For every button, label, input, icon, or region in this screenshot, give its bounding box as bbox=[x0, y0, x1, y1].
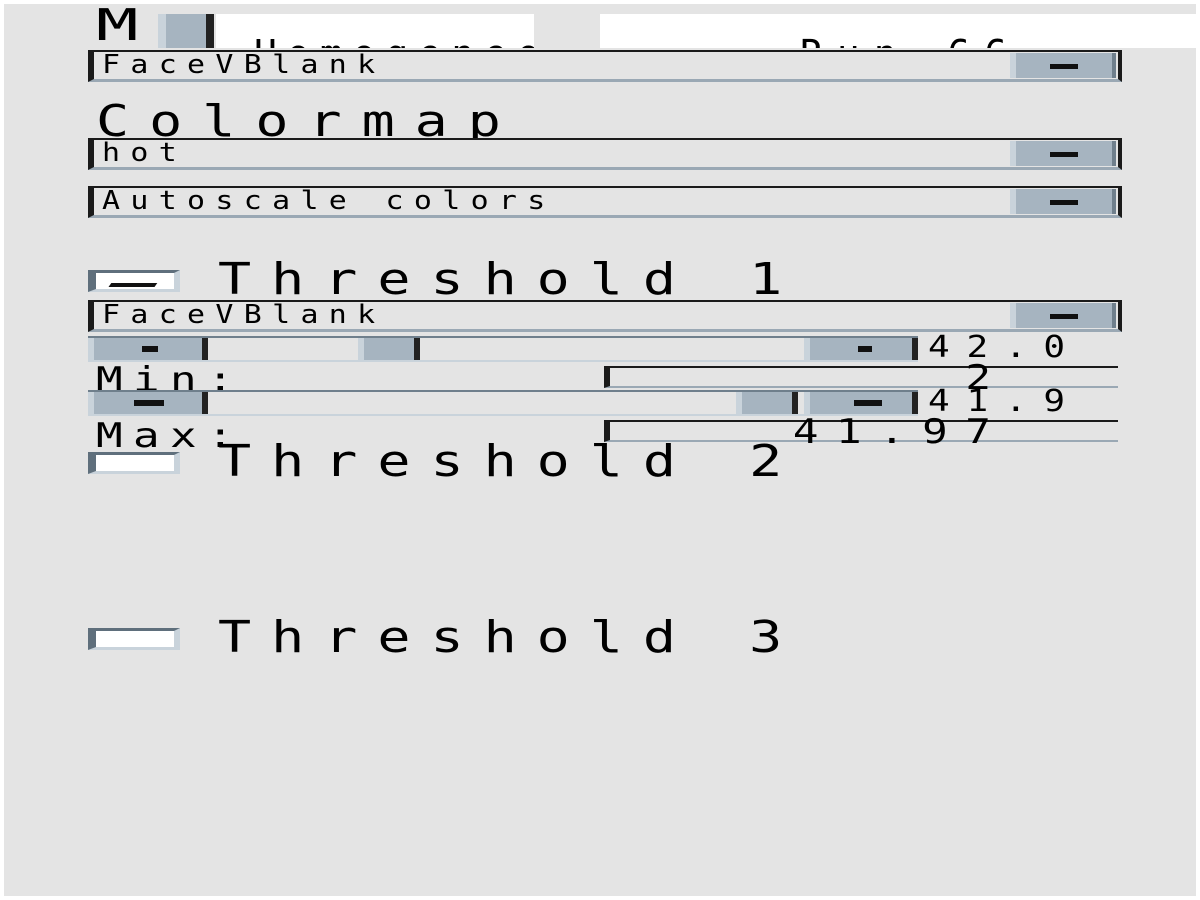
chevron-down-icon[interactable] bbox=[1010, 303, 1116, 328]
threshold-1-min-scale[interactable] bbox=[88, 336, 918, 362]
threshold-1-max-value: 41.97 bbox=[792, 412, 1008, 452]
check-icon bbox=[108, 277, 162, 287]
arrow-right-icon[interactable] bbox=[804, 392, 918, 414]
color-scale-option-menu[interactable]: Autoscale colors bbox=[88, 186, 1122, 218]
colormap-option-menu[interactable]: hot bbox=[88, 138, 1122, 170]
threshold-panel: M Homogeneous Run 66 FaceVBlank Colormap… bbox=[4, 0, 1200, 896]
threshold-2-checkbox[interactable] bbox=[88, 452, 180, 474]
top-partial-button[interactable] bbox=[158, 14, 214, 48]
colormap-option-value: hot bbox=[102, 138, 188, 168]
chevron-down-icon[interactable] bbox=[1010, 53, 1116, 78]
threshold-1-option-value: FaceVBlank bbox=[102, 300, 386, 330]
threshold-3-checkbox[interactable] bbox=[88, 628, 180, 650]
dataset-option-menu[interactable]: FaceVBlank bbox=[88, 50, 1122, 82]
threshold-3-label: Threshold 3 bbox=[218, 612, 803, 663]
arrow-left-icon[interactable] bbox=[88, 392, 208, 414]
threshold-1-option-menu[interactable]: FaceVBlank bbox=[88, 300, 1122, 332]
dataset-option-value: FaceVBlank bbox=[102, 50, 386, 80]
top-partial-label: M bbox=[96, 0, 139, 51]
arrow-left-icon[interactable] bbox=[88, 338, 208, 360]
chevron-down-icon[interactable] bbox=[1010, 141, 1116, 166]
top-field-2[interactable]: Run 66 bbox=[600, 14, 1200, 48]
top-partial-toggle[interactable]: M bbox=[92, 0, 216, 54]
arrow-right-icon[interactable] bbox=[804, 338, 918, 360]
color-scale-option-value: Autoscale colors bbox=[102, 186, 556, 216]
chevron-down-icon[interactable] bbox=[1010, 189, 1116, 214]
threshold-1-label: Threshold 1 bbox=[218, 254, 803, 305]
threshold-2-label: Threshold 2 bbox=[218, 436, 803, 487]
threshold-1-min-thumb[interactable] bbox=[358, 338, 420, 360]
top-field-2-text: Run 66 bbox=[800, 32, 1021, 48]
threshold-1-max-thumb[interactable] bbox=[736, 392, 798, 414]
top-field-1[interactable]: Homogeneous bbox=[216, 14, 534, 48]
threshold-1-checkbox[interactable] bbox=[88, 270, 180, 292]
top-field-1-text: Homogeneous bbox=[254, 32, 534, 48]
